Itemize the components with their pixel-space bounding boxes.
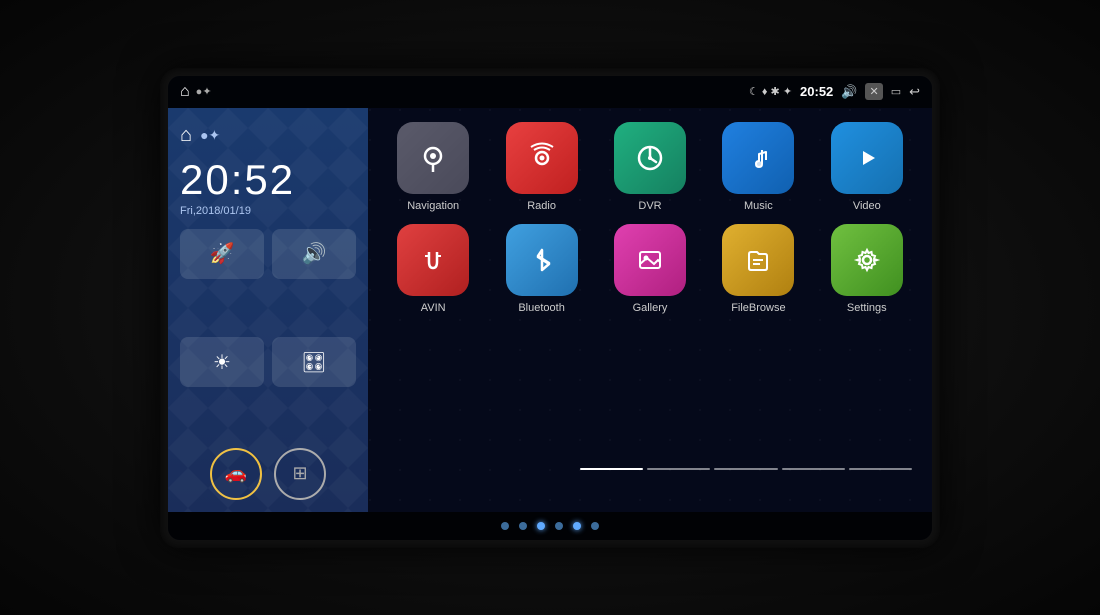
car-button[interactable]: 🚗 — [210, 448, 262, 500]
settings-icon-img — [831, 224, 903, 296]
screen-bottom — [168, 512, 932, 540]
status-left-icons: ⌂ ●✦ — [180, 83, 212, 101]
navigation-label: Navigation — [407, 200, 459, 212]
scroll-bar-5 — [849, 468, 912, 470]
window-icon[interactable]: ▭ — [891, 85, 901, 98]
avin-label: AVIN — [421, 302, 446, 314]
dvr-icon-img — [614, 122, 686, 194]
gallery-icon-img — [614, 224, 686, 296]
scroll-bar-2 — [647, 468, 710, 470]
video-icon-img — [831, 122, 903, 194]
dot-1 — [501, 522, 509, 530]
scroll-indicator — [580, 468, 912, 470]
status-icon-1: ●✦ — [196, 85, 212, 98]
status-time: 20:52 — [800, 84, 833, 99]
screen: ⌂ ●✦ ☾ ♦ ✱ ✦ 20:52 🔊 ✕ ▭ ↩ ⌂ — [168, 76, 932, 540]
car-surround: ⌂ ●✦ ☾ ♦ ✱ ✦ 20:52 🔊 ✕ ▭ ↩ ⌂ — [0, 0, 1100, 615]
back-icon[interactable]: ↩ — [909, 84, 920, 100]
apps-icon[interactable]: ●✦ — [200, 127, 220, 144]
filebrowse-label: FileBrowse — [731, 302, 785, 314]
quick-controls: 🚀 🔊 ☀ 🎛 — [180, 229, 356, 438]
app-navigation[interactable]: Navigation — [384, 122, 482, 212]
dvr-label: DVR — [638, 200, 661, 212]
scroll-bar-1 — [580, 468, 643, 470]
dot-6 — [591, 522, 599, 530]
screen-bezel: ⌂ ●✦ ☾ ♦ ✱ ✦ 20:52 🔊 ✕ ▭ ↩ ⌂ — [160, 68, 940, 548]
radio-icon-img — [506, 122, 578, 194]
app-bluetooth[interactable]: Bluetooth — [492, 224, 590, 314]
dot-5 — [573, 522, 581, 530]
equalizer-button[interactable]: 🎛 — [272, 337, 356, 387]
scroll-bar-3 — [714, 468, 777, 470]
dot-2 — [519, 522, 527, 530]
app-video[interactable]: Video — [818, 122, 916, 212]
radio-label: Radio — [527, 200, 556, 212]
avin-icon-img — [397, 224, 469, 296]
app-avin[interactable]: AVIN — [384, 224, 482, 314]
app-grid: Navigation Radio DVR — [384, 122, 916, 314]
status-bar: ⌂ ●✦ ☾ ♦ ✱ ✦ 20:52 🔊 ✕ ▭ ↩ — [168, 76, 932, 108]
bluetooth-label: Bluetooth — [518, 302, 564, 314]
app-settings[interactable]: Settings — [818, 224, 916, 314]
clock-display: 20:52 Fri,2018/01/19 — [180, 159, 356, 217]
app-radio[interactable]: Radio — [492, 122, 590, 212]
rocket-button[interactable]: 🚀 — [180, 229, 264, 279]
bottom-controls: 🚗 ⊞ — [180, 438, 356, 500]
left-panel: ⌂ ●✦ 20:52 Fri,2018/01/19 🚀 🔊 ☀ 🎛 — [168, 108, 368, 512]
app-filebrowse[interactable]: FileBrowse — [709, 224, 807, 314]
volume-icon[interactable]: 🔊 — [841, 84, 857, 100]
clock-time: 20:52 — [180, 159, 356, 201]
brightness-button[interactable]: ☀ — [180, 337, 264, 387]
nav-bar: ⌂ ●✦ — [180, 120, 356, 151]
navigation-icon-img — [397, 122, 469, 194]
app-music[interactable]: Music — [709, 122, 807, 212]
music-icon-img — [722, 122, 794, 194]
notification-icons: ☾ ♦ ✱ ✦ — [749, 85, 792, 98]
settings-label: Settings — [847, 302, 887, 314]
status-right-area: ☾ ♦ ✱ ✦ 20:52 🔊 ✕ ▭ ↩ — [749, 83, 920, 100]
close-icon[interactable]: ✕ — [865, 83, 882, 100]
main-area: ⌂ ●✦ 20:52 Fri,2018/01/19 🚀 🔊 ☀ 🎛 — [168, 108, 932, 512]
app-dvr[interactable]: DVR — [601, 122, 699, 212]
app-grid-area: Navigation Radio DVR — [368, 108, 932, 512]
dot-4 — [555, 522, 563, 530]
gallery-label: Gallery — [633, 302, 668, 314]
volume-button[interactable]: 🔊 — [272, 229, 356, 279]
app-gallery[interactable]: Gallery — [601, 224, 699, 314]
grid-button[interactable]: ⊞ — [274, 448, 326, 500]
home-icon[interactable]: ⌂ — [180, 83, 190, 101]
bluetooth-icon-img — [506, 224, 578, 296]
dot-3 — [537, 522, 545, 530]
scroll-bar-4 — [782, 468, 845, 470]
home-nav-icon[interactable]: ⌂ — [180, 124, 192, 147]
music-label: Music — [744, 200, 773, 212]
video-label: Video — [853, 200, 881, 212]
clock-date: Fri,2018/01/19 — [180, 205, 356, 217]
filebrowse-icon-img — [722, 224, 794, 296]
